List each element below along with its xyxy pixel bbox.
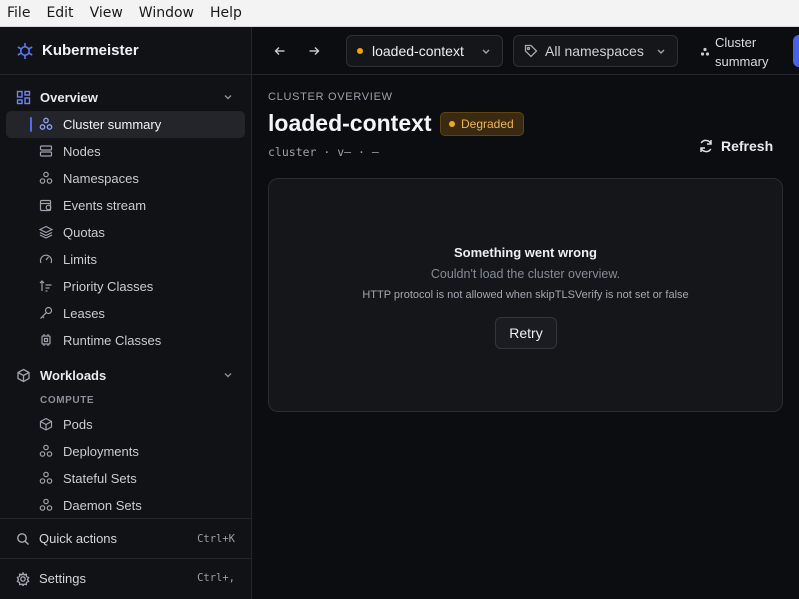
context-status-dot	[357, 48, 363, 54]
section-overview[interactable]: Overview	[0, 84, 251, 111]
helm-logo-icon	[16, 42, 34, 60]
settings-label: Settings	[39, 570, 86, 586]
layers-icon	[39, 225, 53, 239]
breadcrumb-current: Cluster summary	[715, 35, 769, 69]
context-select[interactable]: loaded-context	[346, 35, 503, 67]
gear-icon	[16, 572, 30, 586]
arrow-right-icon	[309, 47, 320, 55]
search-icon	[16, 532, 30, 546]
sidebar-item-limits[interactable]: Limits	[6, 246, 245, 273]
dashboard-icon	[16, 90, 31, 105]
status-dot	[449, 121, 455, 127]
shortcut-hint: Ctrl+,	[197, 572, 235, 584]
section-workloads[interactable]: Workloads	[0, 362, 251, 389]
cube-icon	[16, 368, 31, 383]
error-card: Something went wrong Couldn't load the c…	[268, 178, 783, 412]
sidebar: Kubermeister Overview Cluster summary No…	[0, 27, 252, 599]
brand[interactable]: Kubermeister	[0, 27, 251, 75]
sidebar-item-namespaces[interactable]: Namespaces	[6, 165, 245, 192]
sidebar-item-deployments[interactable]: Deployments	[6, 438, 245, 465]
cubes-icon	[39, 444, 53, 458]
namespace-select[interactable]: All namespaces	[513, 35, 678, 67]
sidebar-item-label: Leases	[63, 306, 105, 321]
sidebar-item-priority-classes[interactable]: Priority Classes	[6, 273, 245, 300]
top-toolbar: loaded-context All namespaces Cluster su…	[252, 27, 799, 75]
menu-file[interactable]: File	[6, 5, 37, 21]
group-label-compute: COMPUTE	[40, 394, 95, 406]
sidebar-item-label: Priority Classes	[63, 279, 154, 294]
sidebar-item-label: Events stream	[63, 198, 147, 213]
sidebar-item-daemon-sets[interactable]: Daemon Sets	[6, 492, 245, 518]
cubes-icon	[39, 171, 53, 185]
sidebar-item-label: Daemon Sets	[63, 498, 142, 513]
namespace-select-value: All namespaces	[545, 43, 644, 59]
back-button[interactable]	[270, 41, 290, 61]
sort-icon	[39, 279, 53, 293]
cubes-icon	[39, 471, 53, 485]
menu-bar: File Edit View Window Help	[0, 0, 799, 27]
sidebar-item-cluster-summary[interactable]: Cluster summary	[6, 111, 245, 138]
cluster-meta: cluster · v— · —	[268, 145, 379, 159]
quick-actions-label: Quick actions	[39, 531, 118, 546]
sidebar-item-events-stream[interactable]: Events stream	[6, 192, 245, 219]
main-content: CLUSTER OVERVIEW loaded-context Degraded…	[252, 75, 799, 599]
chevron-down-icon	[482, 49, 490, 54]
breadcrumb: Cluster summary	[700, 31, 790, 71]
cluster-icon	[39, 117, 53, 131]
calendar-clock-icon	[39, 198, 53, 212]
section-workloads-label: Workloads	[40, 368, 107, 383]
sidebar-item-quotas[interactable]: Quotas	[6, 219, 245, 246]
page-eyebrow: CLUSTER OVERVIEW	[268, 91, 393, 103]
refresh-icon	[698, 138, 714, 154]
sidebar-item-pods[interactable]: Pods	[6, 411, 245, 438]
sidebar-footer: Quick actions Ctrl+K Settings Ctrl+,	[0, 518, 251, 597]
menu-view[interactable]: View	[89, 5, 130, 21]
context-select-value: loaded-context	[372, 43, 464, 59]
primary-action-button[interactable]	[793, 35, 799, 67]
error-subtitle: Couldn't load the cluster overview.	[430, 267, 621, 281]
sidebar-item-stateful-sets[interactable]: Stateful Sets	[6, 465, 245, 492]
sidebar-item-label: Deployments	[63, 444, 139, 459]
sidebar-item-nodes[interactable]: Nodes	[6, 138, 245, 165]
tag-icon	[524, 44, 538, 58]
sidebar-item-label: Runtime Classes	[63, 333, 162, 348]
sidebar-item-leases[interactable]: Leases	[6, 300, 245, 327]
sidebar-item-label: Limits	[63, 252, 97, 267]
cluster-icon	[700, 47, 710, 57]
refresh-button[interactable]: Refresh	[698, 135, 773, 157]
quick-actions-button[interactable]: Quick actions Ctrl+K	[0, 519, 251, 558]
settings-button[interactable]: Settings Ctrl+,	[0, 558, 251, 597]
gauge-icon	[39, 252, 53, 266]
page-title: loaded-context	[268, 110, 432, 136]
forward-button[interactable]	[304, 41, 324, 61]
status-badge: Degraded	[440, 112, 524, 136]
arrow-left-icon	[274, 47, 285, 55]
sidebar-item-label: Namespaces	[63, 171, 139, 186]
section-overview-label: Overview	[40, 90, 98, 105]
app-name: Kubermeister	[42, 42, 139, 59]
error-detail: HTTP protocol is not allowed when skipTL…	[362, 289, 689, 301]
refresh-label: Refresh	[721, 138, 774, 154]
cubes-icon	[39, 498, 53, 512]
server-icon	[39, 144, 53, 158]
cube-icon	[39, 417, 53, 431]
sidebar-item-label: Stateful Sets	[63, 471, 137, 486]
chevron-down-icon	[657, 49, 665, 54]
key-icon	[39, 306, 53, 320]
retry-button[interactable]: Retry	[495, 317, 557, 349]
error-title: Something went wrong	[454, 245, 597, 260]
sidebar-item-label: Cluster summary	[63, 117, 162, 132]
chevron-down-icon[interactable]	[223, 370, 233, 380]
sidebar-item-label: Nodes	[63, 144, 101, 159]
chip-icon	[39, 333, 53, 347]
menu-help[interactable]: Help	[209, 5, 249, 21]
chevron-down-icon[interactable]	[223, 92, 233, 102]
sidebar-nav: Overview Cluster summary Nodes Namespace…	[0, 84, 251, 518]
shortcut-hint: Ctrl+K	[197, 532, 235, 545]
menu-window[interactable]: Window	[138, 5, 201, 21]
sidebar-item-label: Quotas	[63, 225, 105, 240]
sidebar-item-runtime-classes[interactable]: Runtime Classes	[6, 327, 245, 354]
menu-edit[interactable]: Edit	[45, 5, 80, 21]
status-badge-label: Degraded	[461, 117, 514, 131]
